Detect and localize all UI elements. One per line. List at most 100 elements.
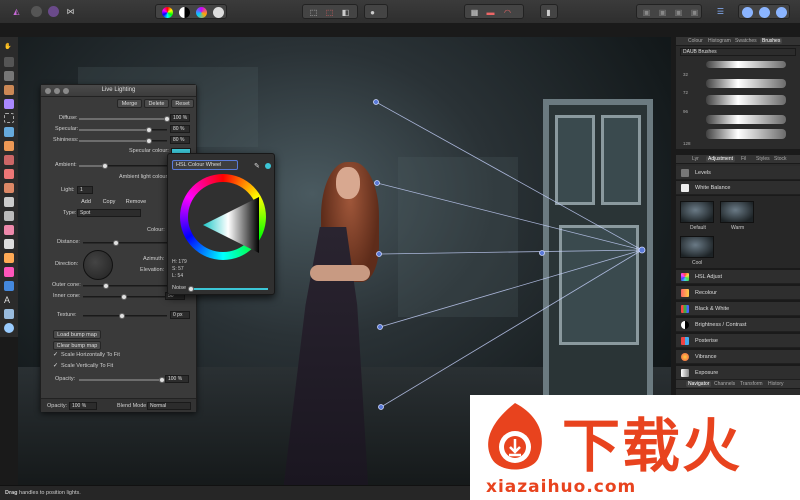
brush-stroke[interactable] (706, 115, 786, 124)
scale-v-checkbox[interactable]: ✓ (53, 362, 58, 369)
adjustment-white-balance[interactable]: White Balance (676, 181, 800, 195)
sharpen-tool-icon[interactable] (4, 253, 14, 263)
light-handle[interactable] (539, 250, 545, 256)
panel-titlebar[interactable]: Live Lighting (41, 85, 196, 97)
adjustment-vibrance[interactable]: Vibrance (676, 350, 800, 364)
saturation-lightness-triangle[interactable] (203, 197, 259, 253)
shape-tool-icon[interactable] (4, 281, 14, 291)
opacity-slider[interactable] (79, 377, 165, 383)
distance-slider[interactable] (83, 240, 167, 246)
slider-knob[interactable] (102, 163, 109, 169)
brush-stroke[interactable] (706, 79, 786, 88)
outer-cone-slider[interactable] (83, 283, 167, 289)
brush-icon[interactable]: ▮ (542, 6, 555, 19)
flood-select-tool-icon[interactable] (4, 99, 14, 109)
tab-swatches[interactable]: Swatches (735, 38, 757, 44)
specular-slider[interactable] (79, 127, 167, 133)
tab-navigator[interactable]: Navigator (686, 381, 712, 387)
texture-slider[interactable] (83, 313, 167, 319)
tab-styles[interactable]: Styles (756, 156, 770, 162)
light-handle[interactable] (374, 180, 380, 186)
load-bump-map-button[interactable]: Load bump map (53, 330, 101, 339)
brush-stroke[interactable] (706, 61, 786, 68)
pen-tool-icon[interactable] (4, 267, 14, 277)
studio-icon-1[interactable] (742, 7, 753, 18)
light-handle[interactable] (377, 324, 383, 330)
adjustment-recolour[interactable]: Recolour (676, 286, 800, 300)
tab-histogram[interactable]: Histogram (708, 38, 731, 44)
flood-fill-tool-icon[interactable] (4, 127, 14, 137)
opacity-value[interactable]: 100 % (165, 375, 189, 383)
delete-button[interactable]: Delete (144, 99, 169, 108)
light-handle[interactable] (373, 99, 379, 105)
current-colour-swatch[interactable] (265, 163, 271, 169)
preset-default-thumb[interactable] (680, 201, 714, 223)
adjustment-levels[interactable]: Levels (676, 166, 800, 180)
copy-light-button[interactable]: Copy (99, 198, 119, 207)
erase-tool-icon[interactable] (4, 169, 14, 179)
merge-button[interactable]: Merge (117, 99, 142, 108)
grid-icon[interactable]: ▬ (484, 6, 497, 19)
red-eye-tool-icon[interactable] (4, 225, 14, 235)
light-handle[interactable] (378, 404, 384, 410)
brush-stroke[interactable] (706, 95, 786, 105)
white-balance-icon[interactable] (213, 7, 224, 18)
ambient-slider[interactable] (79, 163, 167, 169)
diffuse-slider[interactable] (79, 116, 170, 122)
hue-ring[interactable] (180, 174, 266, 260)
crop-tool-icon[interactable] (4, 71, 14, 81)
adjustment-brightness-contrast[interactable]: Brightness / Contrast (676, 318, 800, 332)
light-source-handle[interactable] (638, 246, 646, 254)
quick-mask-icon[interactable]: ● (366, 6, 379, 19)
adjustment-black-white[interactable]: Black & White (676, 302, 800, 316)
preset-cool-thumb[interactable] (680, 236, 714, 258)
patch-tool-icon[interactable] (4, 211, 14, 221)
dodge-tool-icon[interactable] (4, 183, 14, 193)
brush-category-dropdown[interactable]: DAUB Brushes (680, 48, 796, 56)
remove-light-button[interactable]: Remove (123, 198, 149, 207)
tab-history[interactable]: History (768, 381, 784, 387)
reset-button[interactable]: Reset (171, 99, 194, 108)
move-tool-icon[interactable] (4, 57, 14, 67)
zoom-tool-icon[interactable] (4, 323, 14, 333)
arrange-last-icon[interactable]: ▣ (688, 6, 701, 19)
contrast-icon[interactable] (179, 7, 190, 18)
slider-knob[interactable] (103, 283, 109, 289)
adjustment-hsl[interactable]: HSL Adjust (676, 270, 800, 284)
blend-mode-dropdown[interactable]: Normal (147, 402, 191, 410)
tab-fil[interactable]: Fil (741, 156, 746, 162)
colour-wheel-icon[interactable] (162, 7, 173, 18)
brush-stroke[interactable] (706, 129, 786, 139)
align-icon[interactable]: ☰ (714, 5, 727, 18)
slider-knob[interactable] (146, 127, 153, 133)
noise-slider[interactable] (188, 286, 268, 292)
arrange-front-icon[interactable]: ▣ (672, 6, 685, 19)
colour-mode-dropdown[interactable]: HSL Colour Wheel (172, 160, 238, 170)
light-stepper[interactable]: 1 (77, 186, 93, 194)
preset-warm-thumb[interactable] (720, 201, 754, 223)
blur-tool-icon[interactable] (4, 239, 14, 249)
view-tool-icon[interactable] (4, 309, 14, 319)
slider-knob[interactable] (188, 286, 194, 292)
eyedropper-icon[interactable]: ✎ (254, 162, 260, 170)
type-dropdown[interactable]: Spot (77, 209, 141, 217)
direction-dial[interactable] (83, 250, 113, 280)
shininess-value[interactable]: 80 % (170, 136, 190, 144)
magnet-icon[interactable]: ◠ (501, 6, 514, 19)
clear-bump-map-button[interactable]: Clear bump map (53, 341, 101, 350)
arrange-back-icon[interactable]: ▣ (640, 6, 653, 19)
export-persona-icon[interactable]: ⋈ (64, 5, 77, 18)
adjustment-posterise[interactable]: Posterise (676, 334, 800, 348)
tab-adjustment[interactable]: Adjustment (706, 156, 736, 162)
marquee-icon[interactable]: ⬚ (307, 6, 320, 19)
studio-icon-2[interactable] (759, 7, 770, 18)
app-logo-icon[interactable]: ◭ (10, 5, 23, 18)
inner-cone-slider[interactable] (83, 294, 167, 300)
paint-brush-tool-icon[interactable] (4, 141, 14, 151)
hsl-icon[interactable] (196, 7, 207, 18)
diffuse-value[interactable]: 100 % (170, 114, 190, 122)
slider-knob[interactable] (146, 138, 153, 144)
tab-transform[interactable]: Transform (740, 381, 763, 387)
text-tool-icon[interactable]: A (4, 295, 14, 305)
tab-channels[interactable]: Channels (714, 381, 735, 387)
